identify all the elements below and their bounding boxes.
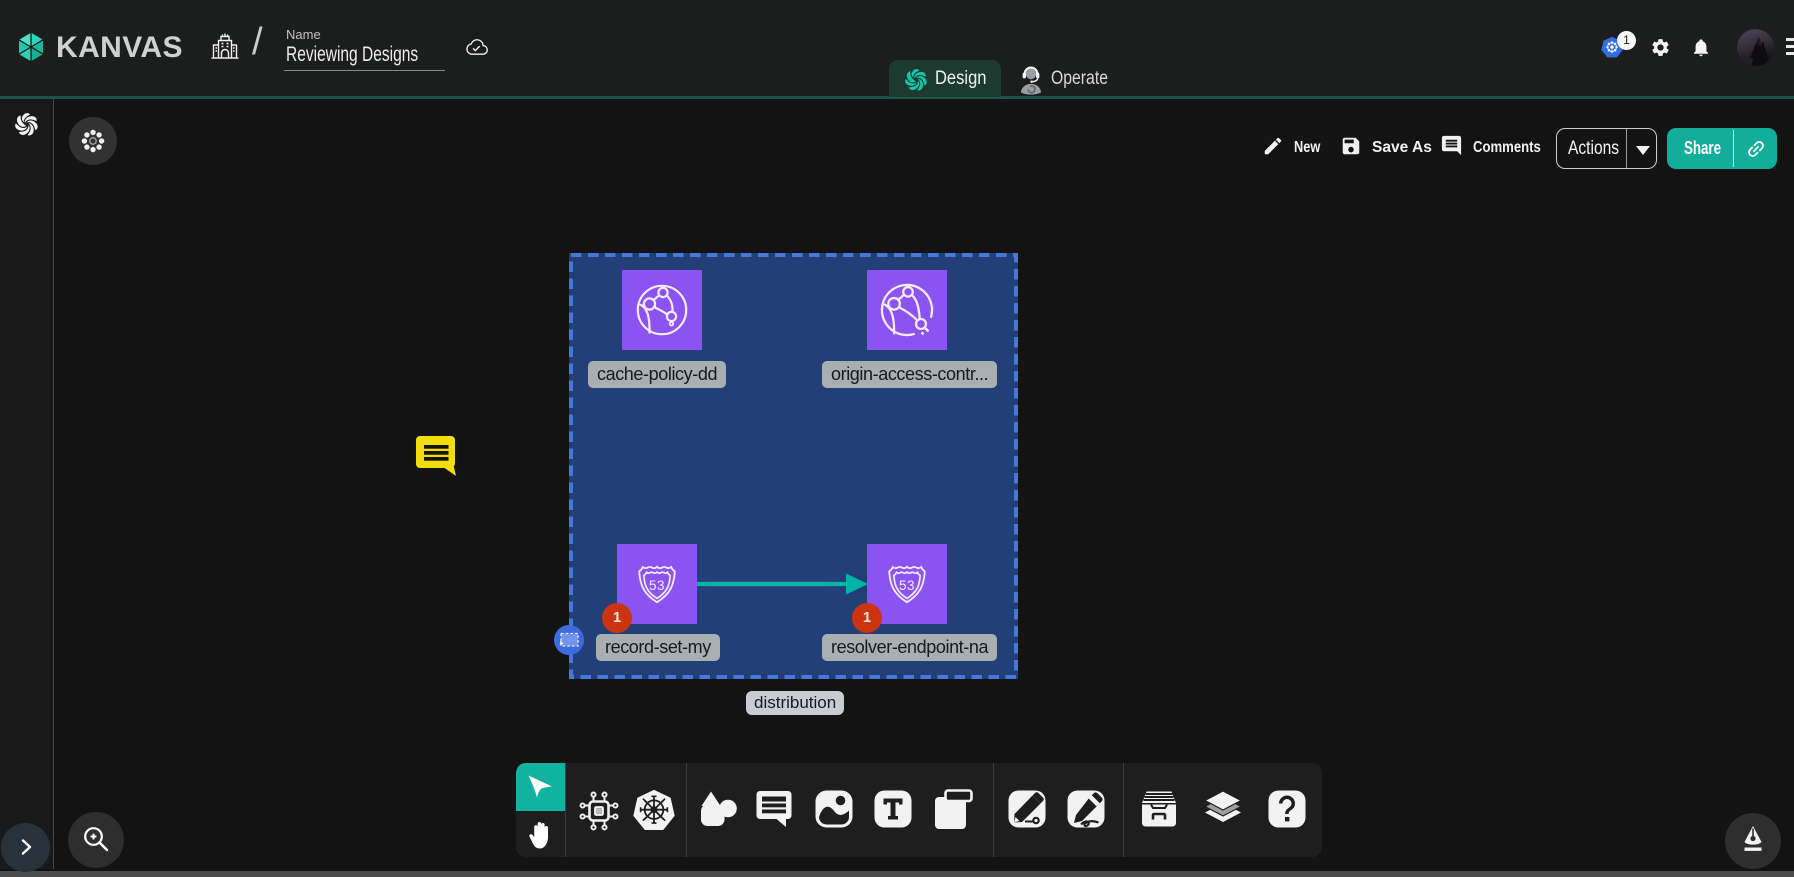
svg-text:53: 53 — [649, 578, 665, 593]
svg-text:53: 53 — [899, 578, 915, 593]
